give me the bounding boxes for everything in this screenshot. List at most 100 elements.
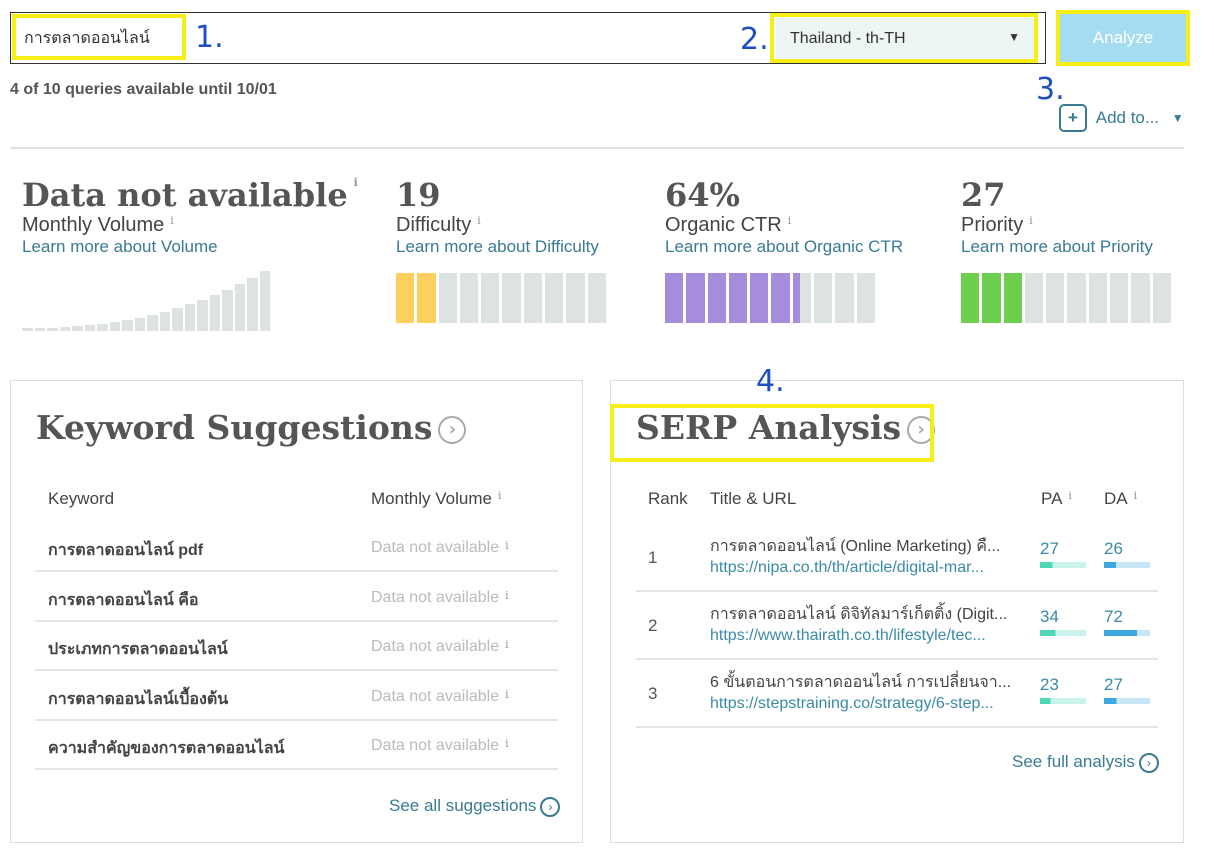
- info-icon: i: [505, 588, 509, 602]
- annotation-2: 2.: [740, 22, 769, 57]
- meter-segment: [1046, 273, 1065, 323]
- info-icon: i: [1068, 489, 1072, 502]
- serp-url[interactable]: https://nipa.co.th/th/article/digital-ma…: [710, 559, 1000, 577]
- highlight-box: [770, 13, 1038, 63]
- highlight-box: [1056, 10, 1190, 66]
- keyword-suggestion[interactable]: การตลาดออนไลน์ คือ: [48, 588, 199, 613]
- metric-value: 64%: [665, 176, 740, 214]
- col-keyword: Keyword: [48, 489, 115, 508]
- volume-bar: [147, 314, 158, 331]
- volume-bar: [109, 322, 120, 331]
- serp-title: การตลาดออนไลน์ (Online Marketing) คื...: [710, 538, 1001, 555]
- meter-segment: [502, 273, 521, 323]
- serp-result[interactable]: 6 ขั้นตอนการตลาดออนไลน์ การเปลี่ยนจา... h…: [710, 670, 1011, 713]
- volume-chart: [22, 271, 270, 331]
- info-icon: i: [505, 539, 509, 552]
- info-icon: i: [170, 214, 174, 227]
- meter-segment: [686, 273, 705, 323]
- serp-pa: 34: [1040, 607, 1086, 636]
- see-all-suggestions-link[interactable]: See all suggestions ›: [389, 796, 561, 817]
- metric-priority: 27 Priority i Learn more about Priority: [961, 176, 1171, 323]
- volume-bar: [159, 311, 170, 331]
- col-da: DA i: [1104, 489, 1138, 508]
- serp-url[interactable]: https://stepstraining.co/strategy/6-step…: [710, 695, 1011, 713]
- volume-bar: [234, 283, 245, 331]
- info-icon: i: [477, 214, 481, 227]
- serp-rank: 1: [648, 548, 658, 567]
- volume-bar: [122, 320, 133, 331]
- info-icon: i: [787, 214, 792, 227]
- keyword-volume: Data not available i: [371, 588, 509, 606]
- serp-da: 26: [1104, 539, 1150, 568]
- meter-segment: [1003, 273, 1022, 323]
- ctr-meter: [665, 273, 875, 323]
- volume-bar: [22, 328, 33, 331]
- serp-title: 6 ขั้นตอนการตลาดออนไลน์ การเปลี่ยนจา...: [710, 674, 1012, 691]
- keyword-suggestion[interactable]: การตลาดออนไลน์เบื้องต้น: [48, 687, 228, 712]
- keyword-suggestion[interactable]: ความสำคัญของการตลาดออนไลน์: [48, 736, 284, 761]
- meter-segment: [459, 273, 479, 323]
- keyword-suggestion[interactable]: การตลาดออนไลน์ pdf: [48, 538, 203, 563]
- row-divider: [35, 718, 558, 721]
- metric-ctr: 64% Organic CTR i Learn more about Organi…: [665, 176, 903, 323]
- see-full-analysis-link[interactable]: See full analysis ›: [1012, 752, 1159, 773]
- highlight-box: [610, 404, 934, 462]
- meter-segment: [856, 273, 875, 323]
- metric-label: Monthly Volume i: [22, 214, 174, 236]
- meter-segment: [982, 273, 1001, 323]
- row-divider: [35, 669, 558, 671]
- keyword-suggestion[interactable]: ประเภทการตลาดออนไลน์: [48, 637, 228, 662]
- info-icon: i: [505, 687, 509, 701]
- meter-segment: [961, 273, 980, 323]
- volume-bar: [34, 327, 45, 331]
- volume-bar: [222, 289, 233, 331]
- keyword-volume: Data not available i: [371, 687, 509, 705]
- row-divider: [35, 768, 558, 770]
- meter-segment: [1024, 273, 1044, 323]
- add-to-button[interactable]: + Add to... ▼: [1059, 104, 1184, 132]
- info-icon: i: [497, 489, 502, 502]
- annotation-3: 3.: [1036, 72, 1065, 107]
- col-pa: PA i: [1041, 489, 1072, 508]
- volume-bar: [209, 294, 220, 331]
- quota-text: 4 of 10 queries available until 10/01: [10, 81, 277, 98]
- volume-bar: [84, 325, 95, 331]
- metric-label: Priority i: [961, 214, 1033, 236]
- learn-more-link[interactable]: Learn more about Priority: [961, 237, 1171, 257]
- row-divider: [35, 570, 558, 572]
- serp-da: 27: [1104, 675, 1150, 704]
- volume-bar: [197, 299, 208, 331]
- chevron-down-icon: ▼: [1171, 111, 1184, 125]
- meter-segment: [417, 273, 436, 323]
- da-bar: [1104, 562, 1150, 568]
- da-bar: [1104, 630, 1150, 636]
- serp-result[interactable]: การตลาดออนไลน์ (Online Marketing) คื... h…: [710, 534, 1000, 577]
- learn-more-link[interactable]: Learn more about Difficulty: [396, 237, 606, 257]
- info-icon: i: [353, 176, 358, 189]
- volume-bar: [72, 326, 83, 331]
- meter-segment: [771, 273, 790, 323]
- volume-bar: [247, 277, 258, 331]
- volume-bar: [47, 327, 58, 331]
- keyword-volume: Data not available i: [371, 638, 509, 655]
- keyword-volume: Data not available i: [371, 539, 509, 556]
- chevron-right-circle-icon: ›: [438, 416, 467, 444]
- learn-more-link[interactable]: Learn more about Volume: [22, 237, 358, 257]
- col-title-url: Title & URL: [710, 489, 797, 508]
- metric-difficulty: 19 Difficulty i Learn more about Difficul…: [396, 176, 606, 323]
- meter-segment: [566, 273, 585, 323]
- serp-result[interactable]: การตลาดออนไลน์ ดิจิทัลมาร์เก็ตติ้ง (Digi…: [710, 602, 1007, 645]
- serp-rank: 2: [648, 616, 658, 635]
- serp-url[interactable]: https://www.thairath.co.th/lifestyle/tec…: [710, 627, 1007, 645]
- volume-bar: [59, 327, 70, 331]
- pa-bar: [1040, 698, 1086, 704]
- metric-label: Difficulty i: [396, 214, 481, 236]
- keyword-suggestions-title[interactable]: Keyword Suggestions ›: [36, 408, 467, 447]
- meter-segment: [750, 273, 769, 323]
- learn-more-link[interactable]: Learn more about Organic CTR: [665, 237, 903, 257]
- col-volume: Monthly Volume i: [371, 489, 502, 508]
- chevron-right-circle-icon: ›: [1138, 752, 1159, 773]
- meter-segment: [792, 273, 812, 323]
- meter-segment: [438, 273, 457, 323]
- meter-segment: [1131, 273, 1150, 323]
